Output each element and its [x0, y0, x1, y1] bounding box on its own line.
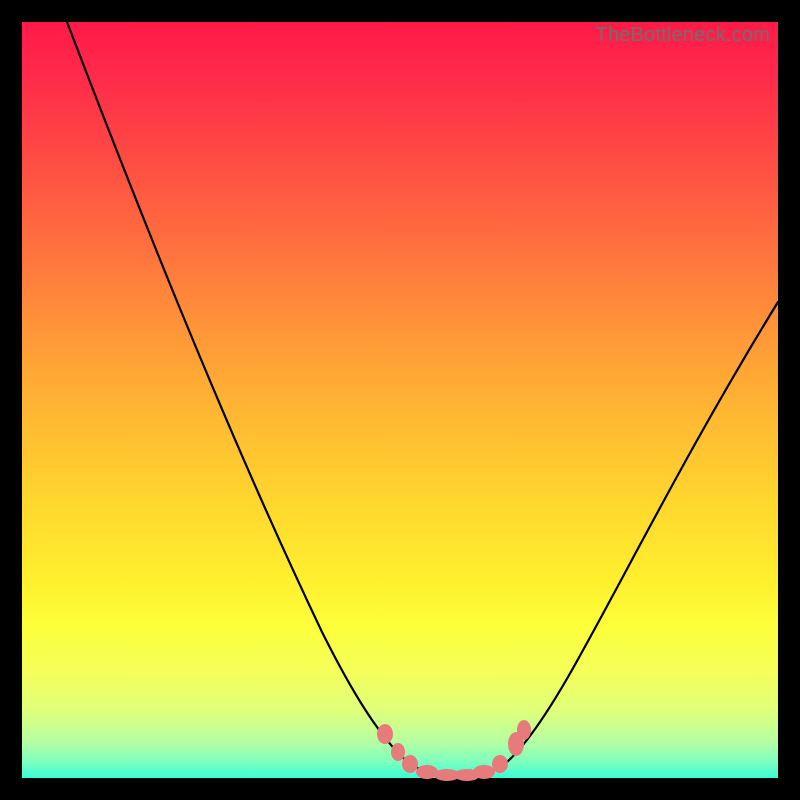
plot-area: TheBottleneck.com — [22, 22, 778, 778]
bottleneck-curve — [67, 22, 778, 777]
chart-svg — [22, 22, 778, 778]
curve-markers — [377, 720, 531, 781]
outer-frame: TheBottleneck.com — [0, 0, 800, 800]
